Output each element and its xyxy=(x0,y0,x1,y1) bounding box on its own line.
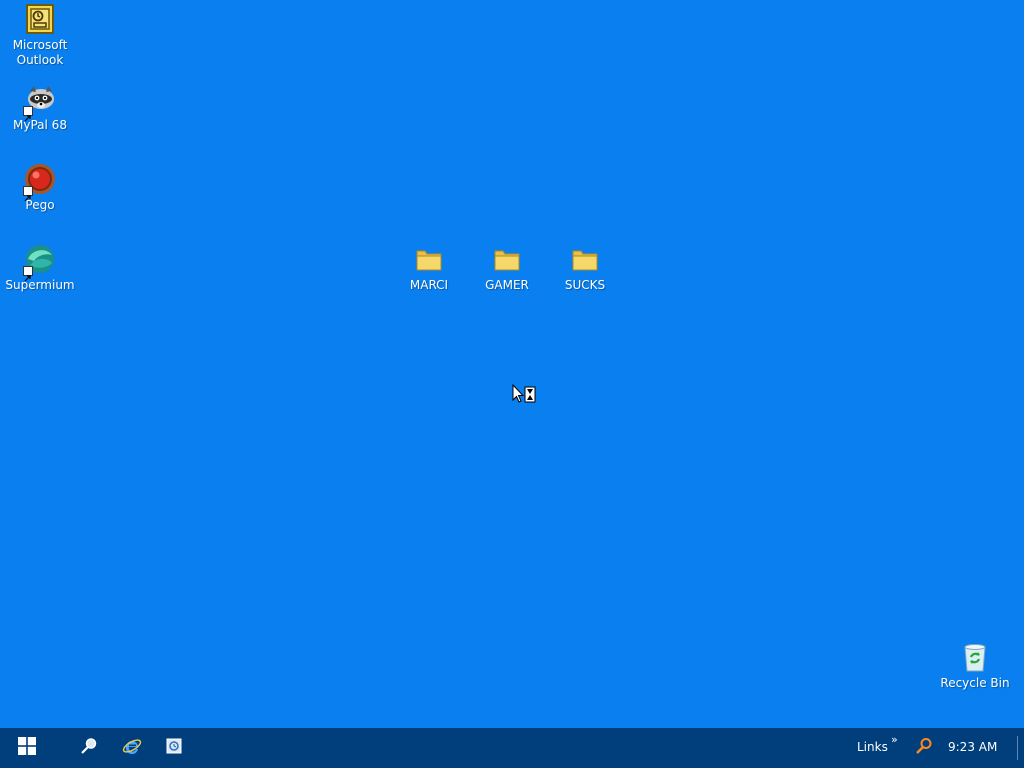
desktop-icon-supermium[interactable]: Supermium xyxy=(0,242,80,293)
taskbar-clock[interactable]: 9:23 AM xyxy=(948,740,997,754)
show-desktop-divider[interactable] xyxy=(1017,736,1018,760)
desktop-icon-outlook[interactable]: Microsoft Outlook xyxy=(0,2,80,68)
red-ball-icon xyxy=(23,162,57,202)
desktop-icon-label: MARCI xyxy=(409,278,449,292)
desktop-icon-label: MyPal 68 xyxy=(13,118,67,132)
shortcut-arrow-icon xyxy=(23,106,33,122)
desktop-icon-mypal[interactable]: MyPal 68 xyxy=(0,82,80,133)
quick-launch-search-button[interactable] xyxy=(76,728,102,768)
outlook-express-icon xyxy=(165,737,183,759)
shortcut-arrow-icon xyxy=(23,266,33,282)
quick-launch-outlook-express-button[interactable] xyxy=(161,728,187,768)
raccoon-icon xyxy=(23,82,57,122)
folder-icon xyxy=(568,242,602,276)
folder-icon xyxy=(412,242,446,276)
quick-launch-ie-button[interactable] xyxy=(119,728,145,768)
desktop-folder-marci[interactable]: MARCI xyxy=(389,242,469,293)
desktop-folder-gamer[interactable]: GAMER xyxy=(467,242,547,293)
tray-search-button[interactable] xyxy=(913,728,935,768)
folder-icon xyxy=(490,242,524,276)
shortcut-arrow-icon xyxy=(23,186,33,202)
desktop-icon-label: SUCKS xyxy=(564,278,606,292)
desktop-folder-sucks[interactable]: SUCKS xyxy=(545,242,625,293)
desktop-icon-pego[interactable]: Pego xyxy=(0,162,80,213)
taskbar: Links » 9:23 AM xyxy=(0,728,1024,768)
search-icon xyxy=(80,737,98,759)
desktop-icon-label: Microsoft Outlook xyxy=(12,38,68,67)
windows-logo-icon xyxy=(18,737,36,759)
desktop-icon-label: GAMER xyxy=(485,278,529,292)
search-orange-icon xyxy=(915,737,933,759)
supermium-icon xyxy=(23,242,57,282)
busy-cursor-icon xyxy=(512,383,536,406)
outlook-icon xyxy=(23,2,57,36)
desktop-icon-recycle-bin[interactable]: Recycle Bin xyxy=(935,640,1015,691)
internet-explorer-icon xyxy=(122,736,142,760)
desktop-icon-label: Supermium xyxy=(5,278,75,292)
desktop[interactable]: Microsoft Outlook MyPal 68 Pego Supermiu… xyxy=(0,0,1024,728)
links-chevron-icon[interactable]: » xyxy=(891,733,898,746)
desktop-icon-label: Recycle Bin xyxy=(940,676,1010,690)
links-toolbar-label[interactable]: Links xyxy=(857,740,888,754)
recycle-bin-icon xyxy=(958,640,992,674)
start-button[interactable] xyxy=(8,728,46,768)
